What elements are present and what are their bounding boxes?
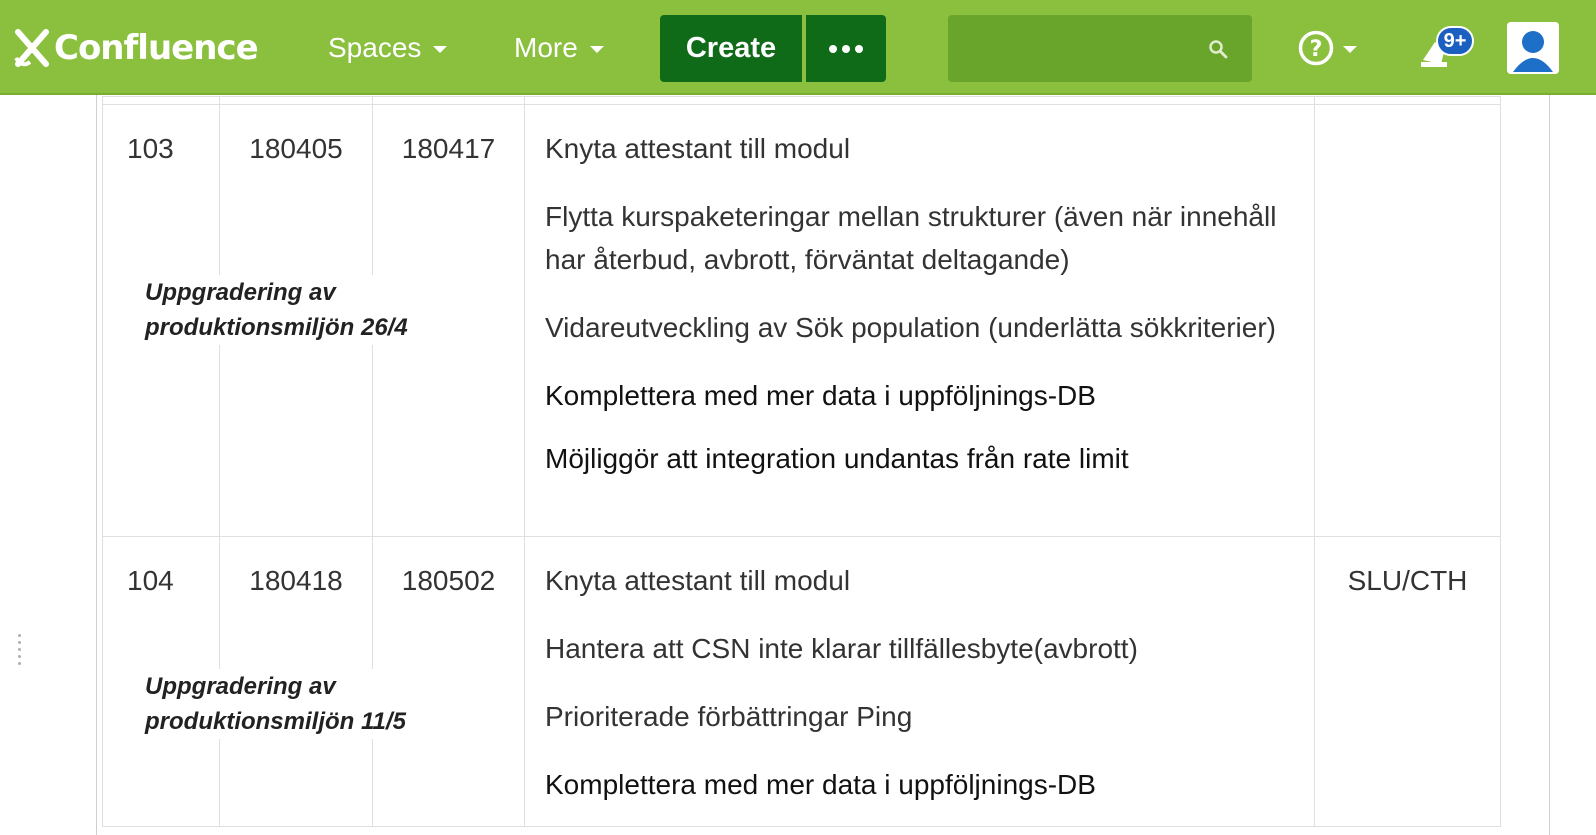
start-date: 180405 (249, 133, 343, 164)
list-item: Vidareutveckling av Sök population (unde… (545, 312, 1276, 343)
user-avatar[interactable] (1507, 22, 1559, 74)
content-list-cell: Knyta attestant till modul Hantera att C… (524, 536, 1315, 827)
list-item: Knyta attestant till modul (545, 133, 851, 164)
search-icon (1209, 40, 1228, 59)
help-icon: ? (1298, 30, 1334, 66)
chevron-down-icon (433, 45, 448, 53)
release-id-cell: 103 Uppgradering av produktionsmiljön 26… (102, 104, 505, 537)
confluence-logo-icon (14, 29, 49, 67)
spaces-menu[interactable]: Spaces (328, 28, 448, 68)
list-item: Flytta kurspaketeringar mellan strukture… (545, 201, 1277, 275)
owner: SLU/CTH (1347, 565, 1468, 596)
end-date: 180417 (401, 133, 496, 164)
drag-handle[interactable] (18, 634, 21, 665)
upgrade-note: Uppgradering av produktionsmiljön 11/5 (145, 669, 505, 739)
upgrade-note: Uppgradering av produktionsmiljön 26/4 (145, 275, 505, 345)
list-item: Hantera att CSN inte klarar tillfällesby… (545, 633, 1138, 664)
table-row (102, 96, 1501, 105)
release-table: 103 Uppgradering av produktionsmiljön 26… (102, 96, 1501, 827)
owner-cell (1314, 104, 1501, 537)
notifications-button[interactable]: 9+ (1415, 26, 1481, 76)
release-id: 103 (127, 133, 174, 164)
content-right-border (1549, 95, 1550, 835)
chevron-down-icon (589, 45, 604, 53)
search-input[interactable] (948, 15, 1252, 82)
create-button[interactable]: Create (660, 15, 802, 82)
confluence-logo[interactable]: Confluence (12, 26, 259, 70)
top-navigation-bar: Confluence Spaces More Create ? 9+ (0, 0, 1596, 95)
end-date: 180502 (401, 565, 496, 596)
list-item: Prioriterade förbättringar Ping (545, 701, 913, 732)
list-item: Knyta attestant till modul (545, 565, 851, 596)
notification-count-badge: 9+ (1436, 26, 1474, 56)
table-row: 103 Uppgradering av produktionsmiljön 26… (102, 104, 1501, 537)
create-more-options-button[interactable] (806, 15, 886, 82)
more-menu[interactable]: More (514, 28, 604, 68)
more-menu-label: More (514, 32, 578, 63)
release-id-cell: 104 Uppgradering av produktionsmiljön 11… (102, 536, 505, 827)
list-item: Möjliggör att integration undantas från … (545, 443, 1129, 474)
release-id: 104 (127, 565, 174, 596)
help-menu[interactable]: ? (1297, 26, 1357, 70)
content-list-cell: Knyta attestant till modul Flytta kurspa… (524, 104, 1315, 537)
logo-text: Confluence (54, 28, 259, 68)
owner-cell: SLU/CTH (1314, 536, 1501, 827)
ellipsis-icon (829, 44, 863, 53)
content-left-border (96, 95, 97, 835)
list-item: Komplettera med mer data i uppföljnings-… (545, 380, 1096, 411)
table-row: 104 Uppgradering av produktionsmiljön 11… (102, 536, 1501, 827)
spaces-menu-label: Spaces (328, 32, 422, 63)
user-icon (1507, 22, 1559, 74)
svg-text:?: ? (1310, 37, 1323, 62)
chevron-down-icon (1343, 45, 1357, 53)
list-item: Komplettera med mer data i uppföljnings-… (545, 769, 1096, 800)
start-date: 180418 (249, 565, 343, 596)
